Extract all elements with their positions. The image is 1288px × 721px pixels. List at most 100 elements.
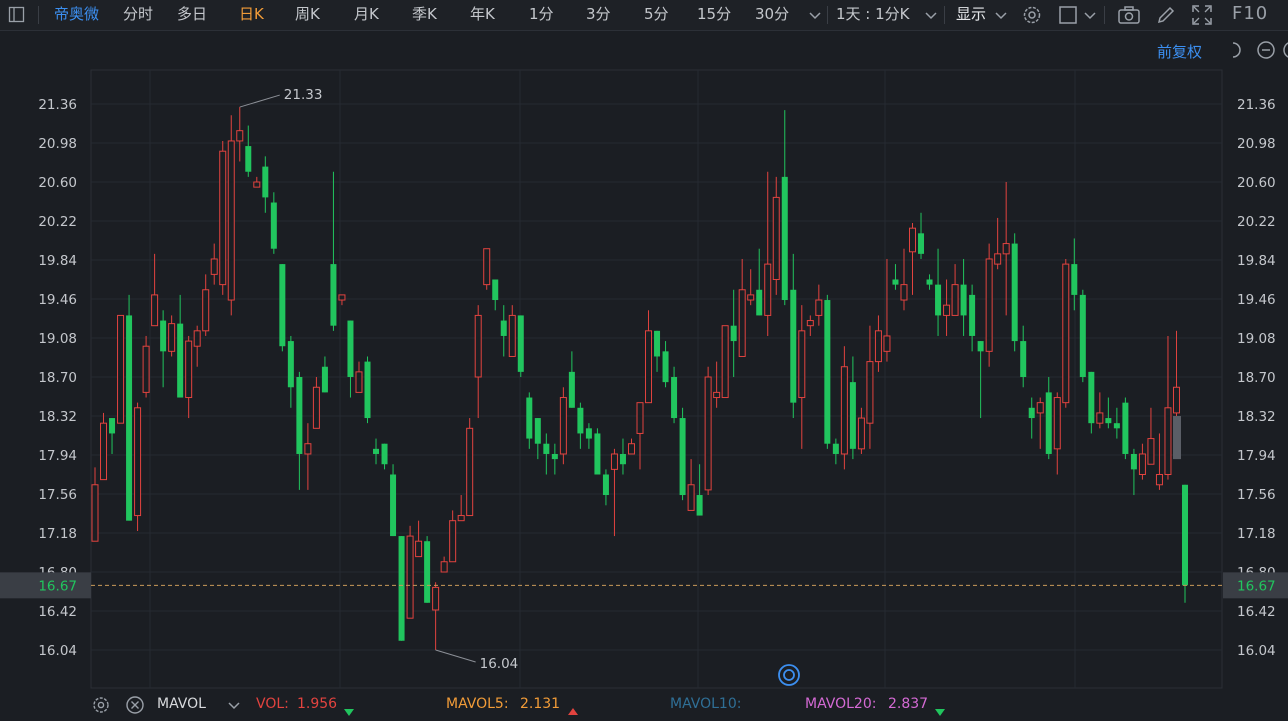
candle-body-down bbox=[1122, 402, 1129, 454]
undo-icon[interactable] bbox=[1232, 42, 1241, 58]
y-tick-label-left: 19.84 bbox=[38, 253, 77, 269]
kline-chart[interactable]: 21.36 20.98 20.60 20.22 19.84 19.46 19.08 18.70… bbox=[0, 0, 1288, 692]
candle bbox=[483, 248, 491, 290]
y-tick-label-left: 21.36 bbox=[38, 97, 77, 113]
candle-body-down bbox=[526, 397, 533, 439]
candle-body-up bbox=[900, 284, 908, 301]
chevron-down-icon[interactable] bbox=[227, 698, 241, 717]
candle-body-up bbox=[355, 371, 363, 393]
candle-body-down bbox=[160, 320, 167, 352]
candle-body-up bbox=[772, 196, 780, 280]
candle-body-down bbox=[977, 341, 984, 352]
candle-body-up bbox=[645, 330, 653, 404]
candle bbox=[398, 536, 405, 641]
y-tick-label-right: 17.56 bbox=[1237, 487, 1276, 503]
candle-body-down bbox=[543, 443, 550, 454]
candle-body-up bbox=[1172, 386, 1180, 414]
candle-body-down bbox=[892, 279, 899, 285]
y-tick-label-left: 17.94 bbox=[38, 448, 77, 464]
candle-body-up bbox=[764, 263, 772, 316]
mavol20-label: MAVOL20: bbox=[805, 696, 877, 712]
candle-body-up bbox=[91, 484, 99, 542]
candle-body-up bbox=[508, 314, 516, 357]
candle-body-down bbox=[969, 294, 976, 336]
candle-body-up bbox=[304, 443, 312, 455]
candle-body-up bbox=[687, 484, 695, 511]
gear-icon[interactable] bbox=[91, 695, 111, 719]
candle-body-up bbox=[168, 323, 176, 352]
mavol5-value: 2.131 bbox=[520, 696, 561, 712]
candle-body-down bbox=[373, 448, 380, 454]
candle-body-up bbox=[236, 130, 244, 142]
candle-body-up bbox=[559, 397, 567, 455]
candle-body-down bbox=[832, 443, 839, 454]
current-price-label-right: 16.67 bbox=[1237, 578, 1276, 594]
y-tick-label-left: 20.60 bbox=[38, 175, 77, 191]
candle-body-up bbox=[338, 294, 346, 301]
candle-body-up bbox=[151, 294, 159, 327]
y-tick-label-left: 19.46 bbox=[38, 292, 77, 308]
candle bbox=[466, 418, 474, 517]
candle bbox=[559, 387, 567, 465]
candle-body-down bbox=[551, 453, 558, 460]
y-tick-label-right: 20.60 bbox=[1237, 175, 1276, 191]
y-tick-label-left: 18.70 bbox=[38, 370, 77, 386]
candle-body-up bbox=[883, 335, 891, 352]
candle-body-down bbox=[279, 264, 286, 347]
candle-body-down bbox=[824, 300, 831, 444]
candle bbox=[279, 264, 286, 352]
candle-body-up bbox=[866, 361, 874, 424]
candle-body-up bbox=[312, 386, 320, 429]
adjust-label[interactable]: 前复权 bbox=[1157, 43, 1202, 61]
candle-body-down bbox=[679, 418, 686, 496]
candle-body-up bbox=[815, 299, 823, 316]
y-tick-label-right: 17.94 bbox=[1237, 448, 1276, 464]
candle-body-up bbox=[227, 140, 235, 301]
vol-label: VOL: bbox=[256, 696, 289, 712]
candle-body-up bbox=[1155, 474, 1163, 486]
candle-body-up bbox=[721, 325, 729, 399]
candle-body-down bbox=[245, 146, 252, 172]
candle-body-up bbox=[943, 304, 951, 316]
y-tick-label-left: 20.98 bbox=[38, 136, 77, 152]
candle bbox=[134, 402, 142, 531]
candle-body-down bbox=[730, 325, 737, 342]
candle-body-down bbox=[1088, 371, 1095, 424]
chart-grid bbox=[90, 69, 1223, 689]
candle bbox=[985, 243, 993, 367]
candle-body-down bbox=[492, 279, 499, 301]
candle-body-up bbox=[219, 150, 227, 286]
candle-body-down bbox=[918, 233, 925, 254]
candle-body-down bbox=[602, 474, 609, 496]
candle-body-up bbox=[1053, 397, 1061, 450]
candle-body-up bbox=[210, 258, 218, 275]
candle-body-down bbox=[662, 351, 669, 383]
candle-body-down bbox=[577, 407, 584, 434]
candle-body-up bbox=[636, 402, 644, 434]
candle-body-down bbox=[177, 323, 184, 398]
candle bbox=[406, 525, 414, 619]
current-price-label-left: 16.67 bbox=[38, 578, 77, 594]
plot-frame bbox=[90, 69, 1223, 689]
y-tick-label-right: 20.22 bbox=[1237, 214, 1276, 230]
y-tick-label-right: 18.32 bbox=[1237, 409, 1276, 425]
candle bbox=[227, 115, 235, 316]
candle-body-up bbox=[985, 258, 993, 352]
candle-body-down bbox=[398, 536, 405, 641]
candle-body-down bbox=[262, 166, 269, 198]
candle-body-up bbox=[185, 340, 193, 399]
close-icon[interactable] bbox=[125, 695, 145, 719]
candle-body-up bbox=[610, 453, 618, 470]
candle-body-up bbox=[100, 422, 108, 481]
indicator-name[interactable]: MAVOL bbox=[157, 692, 206, 716]
zoom-in-icon[interactable] bbox=[1283, 42, 1288, 58]
candle bbox=[721, 325, 729, 399]
candle-body-down bbox=[568, 371, 575, 408]
candle-body-down bbox=[1130, 453, 1137, 470]
candle bbox=[1122, 397, 1129, 460]
zoom-out-icon[interactable] bbox=[1257, 41, 1275, 59]
candle bbox=[424, 536, 431, 603]
candle bbox=[219, 140, 227, 295]
candle-body-up bbox=[1164, 407, 1172, 475]
candle-body-up bbox=[415, 540, 423, 558]
